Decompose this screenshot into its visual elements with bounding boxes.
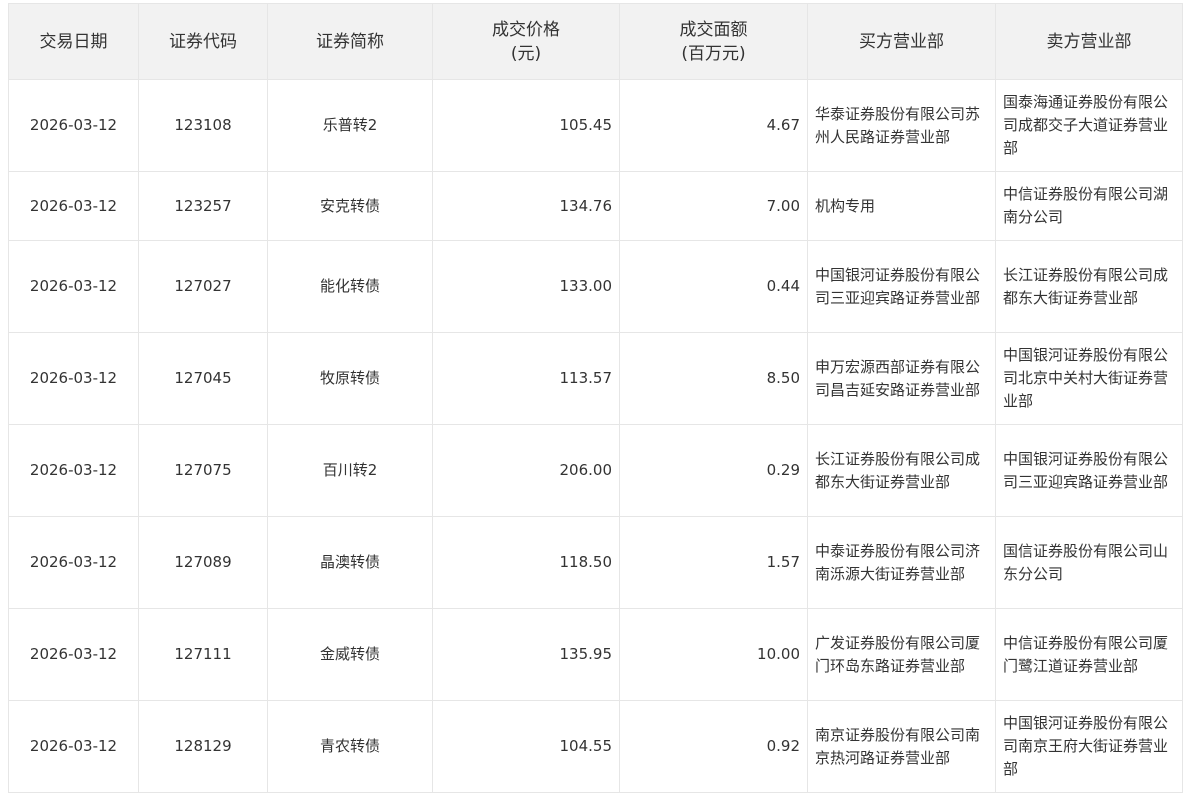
cell-security-name: 安克转债 [267,171,433,241]
table-row: 2026-03-12 128129 青农转债 104.55 0.92 南京证券股… [8,700,1183,793]
cell-trade-date: 2026-03-12 [8,171,139,241]
table-row: 2026-03-12 127027 能化转债 133.00 0.44 中国银河证… [8,240,1183,333]
cell-seller-branch: 中国银河证券股份有限公司三亚迎宾路证券营业部 [995,424,1183,517]
cell-security-name: 青农转债 [267,700,433,793]
cell-security-name: 百川转2 [267,424,433,517]
cell-deal-amount: 0.44 [619,240,808,333]
table-row: 2026-03-12 127089 晶澳转债 118.50 1.57 中泰证券股… [8,516,1183,609]
cell-buyer-branch: 中国银河证券股份有限公司三亚迎宾路证券营业部 [807,240,996,333]
cell-security-code: 127075 [138,424,268,517]
cell-trade-date: 2026-03-12 [8,516,139,609]
cell-deal-price: 118.50 [432,516,620,609]
cell-deal-amount: 0.92 [619,700,808,793]
cell-deal-price: 113.57 [432,332,620,425]
table-row: 2026-03-12 127111 金威转债 135.95 10.00 广发证券… [8,608,1183,701]
cell-trade-date: 2026-03-12 [8,240,139,333]
table-row: 2026-03-12 127045 牧原转债 113.57 8.50 申万宏源西… [8,332,1183,425]
cell-seller-branch: 中信证券股份有限公司厦门鹭江道证券营业部 [995,608,1183,701]
cell-security-code: 123108 [138,79,268,172]
cell-deal-amount: 4.67 [619,79,808,172]
cell-deal-amount: 7.00 [619,171,808,241]
table-row: 2026-03-12 127075 百川转2 206.00 0.29 长江证券股… [8,424,1183,517]
cell-security-code: 128129 [138,700,268,793]
cell-buyer-branch: 长江证券股份有限公司成都东大街证券营业部 [807,424,996,517]
header-seller-branch[interactable]: 卖方营业部 [995,3,1183,80]
cell-security-name: 晶澳转债 [267,516,433,609]
block-trade-table: 交易日期 证券代码 证券简称 成交价格 (元) 成交面额 (百万元) 买方营业部 卖… [8,3,1183,793]
cell-buyer-branch: 中泰证券股份有限公司济南泺源大街证券营业部 [807,516,996,609]
cell-trade-date: 2026-03-12 [8,700,139,793]
cell-buyer-branch: 申万宏源西部证券有限公司昌吉延安路证券营业部 [807,332,996,425]
cell-security-code: 123257 [138,171,268,241]
cell-seller-branch: 国泰海通证券股份有限公司成都交子大道证券营业部 [995,79,1183,172]
cell-deal-amount: 1.57 [619,516,808,609]
cell-trade-date: 2026-03-12 [8,332,139,425]
cell-deal-amount: 8.50 [619,332,808,425]
cell-deal-price: 105.45 [432,79,620,172]
cell-security-name: 能化转债 [267,240,433,333]
cell-security-name: 牧原转债 [267,332,433,425]
cell-seller-branch: 中国银河证券股份有限公司北京中关村大街证券营业部 [995,332,1183,425]
cell-deal-amount: 0.29 [619,424,808,517]
cell-deal-amount: 10.00 [619,608,808,701]
cell-deal-price: 133.00 [432,240,620,333]
cell-seller-branch: 中国银河证券股份有限公司南京王府大街证券营业部 [995,700,1183,793]
cell-deal-price: 134.76 [432,171,620,241]
cell-deal-price: 104.55 [432,700,620,793]
cell-trade-date: 2026-03-12 [8,608,139,701]
cell-security-name: 乐普转2 [267,79,433,172]
cell-deal-price: 206.00 [432,424,620,517]
cell-trade-date: 2026-03-12 [8,79,139,172]
header-buyer-branch[interactable]: 买方营业部 [807,3,996,80]
header-security-name[interactable]: 证券简称 [267,3,433,80]
cell-seller-branch: 中信证券股份有限公司湖南分公司 [995,171,1183,241]
table-row: 2026-03-12 123257 安克转债 134.76 7.00 机构专用 … [8,171,1183,241]
table-header-row: 交易日期 证券代码 证券简称 成交价格 (元) 成交面额 (百万元) 买方营业部 卖… [8,3,1183,80]
header-deal-amount[interactable]: 成交面额 (百万元) [619,3,808,80]
cell-buyer-branch: 华泰证券股份有限公司苏州人民路证券营业部 [807,79,996,172]
cell-security-code: 127027 [138,240,268,333]
cell-security-name: 金威转债 [267,608,433,701]
cell-seller-branch: 长江证券股份有限公司成都东大街证券营业部 [995,240,1183,333]
header-deal-price[interactable]: 成交价格 (元) [432,3,620,80]
header-security-code[interactable]: 证券代码 [138,3,268,80]
cell-buyer-branch: 南京证券股份有限公司南京热河路证券营业部 [807,700,996,793]
cell-buyer-branch: 机构专用 [807,171,996,241]
cell-seller-branch: 国信证券股份有限公司山东分公司 [995,516,1183,609]
cell-trade-date: 2026-03-12 [8,424,139,517]
header-trade-date[interactable]: 交易日期 [8,3,139,80]
cell-security-code: 127045 [138,332,268,425]
cell-buyer-branch: 广发证券股份有限公司厦门环岛东路证券营业部 [807,608,996,701]
cell-security-code: 127111 [138,608,268,701]
block-trade-table-container: 交易日期 证券代码 证券简称 成交价格 (元) 成交面额 (百万元) 买方营业部 卖… [8,3,1183,793]
cell-deal-price: 135.95 [432,608,620,701]
table-row: 2026-03-12 123108 乐普转2 105.45 4.67 华泰证券股… [8,79,1183,172]
cell-security-code: 127089 [138,516,268,609]
